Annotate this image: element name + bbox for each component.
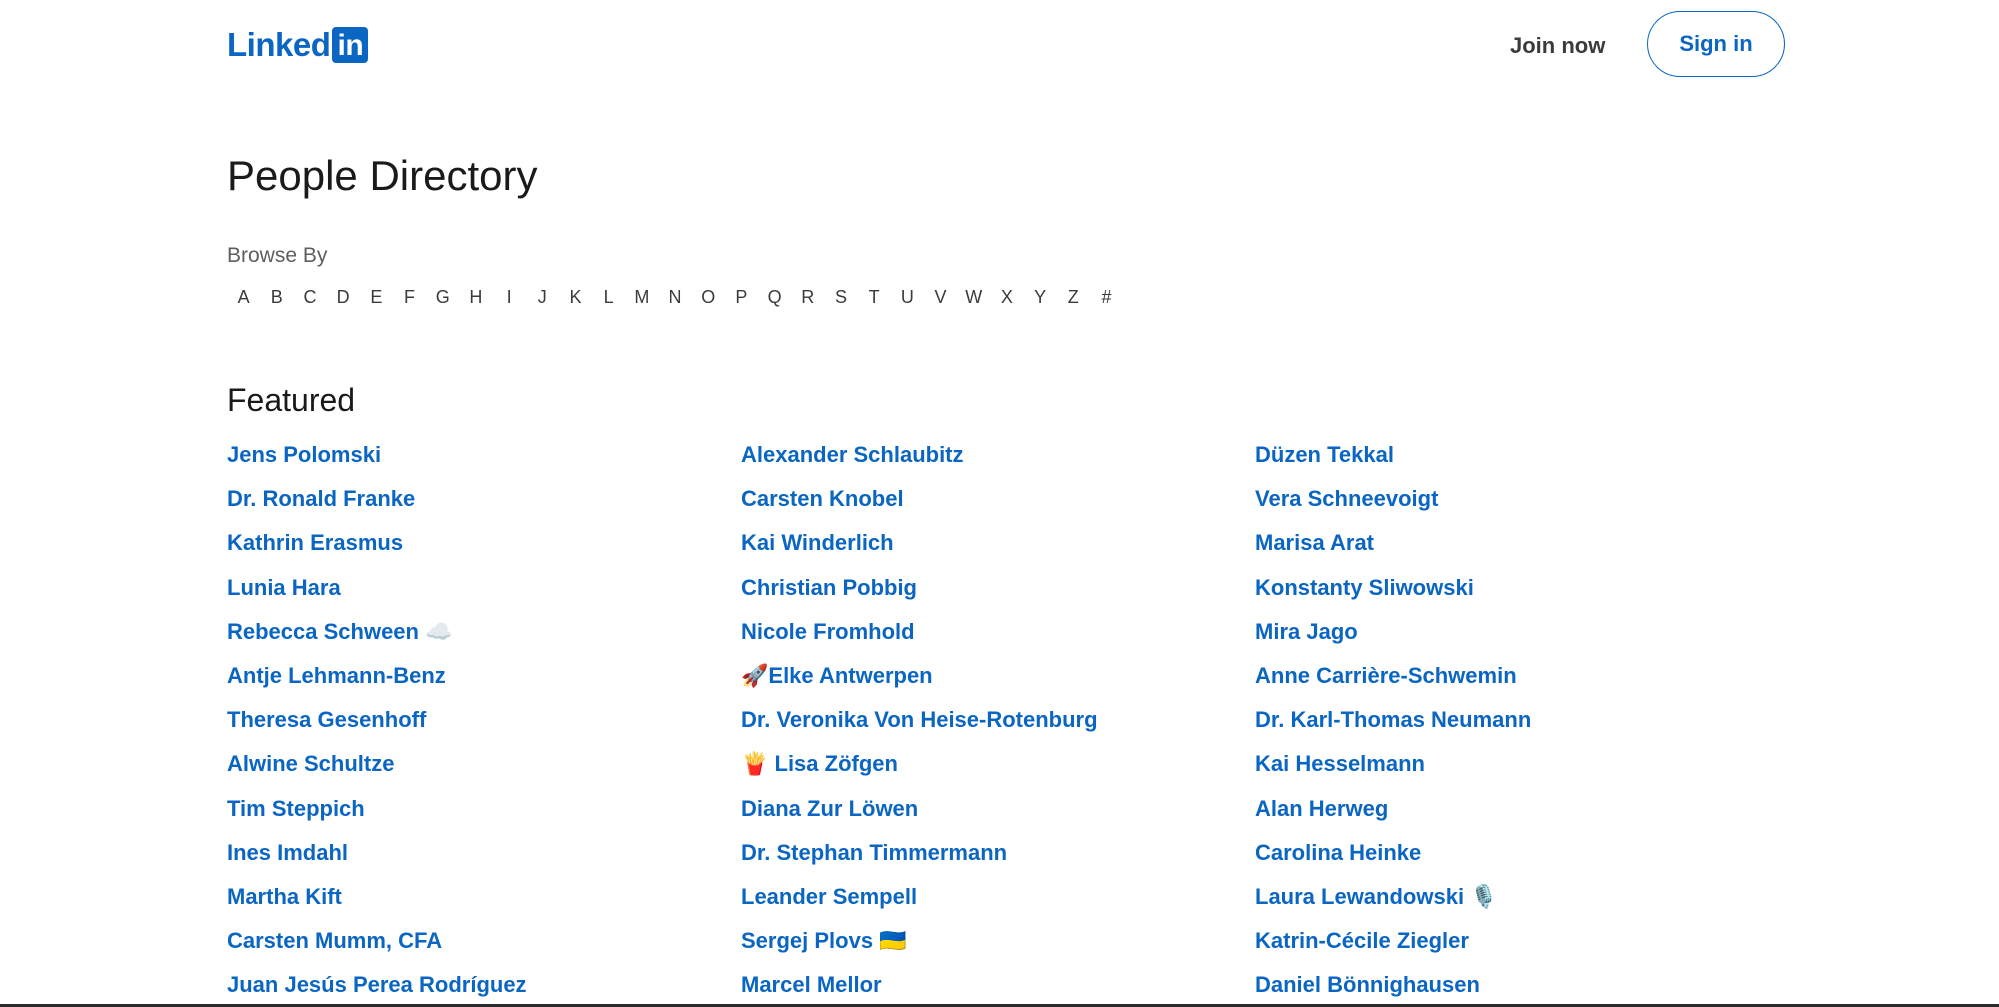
letter-link-l[interactable]: L xyxy=(592,282,625,312)
person-link[interactable]: Daniel Bönnighausen xyxy=(1255,967,1755,1007)
letter-link-b[interactable]: B xyxy=(260,282,293,312)
letter-link-w[interactable]: W xyxy=(957,282,990,312)
person-link[interactable]: Katrin-Cécile Ziegler xyxy=(1255,923,1755,967)
person-link[interactable]: Sergej Plovs 🇺🇦 xyxy=(741,923,1241,967)
person-link[interactable]: Carsten Knobel xyxy=(741,481,1241,525)
person-link[interactable]: Dr. Stephan Timmermann xyxy=(741,835,1241,879)
person-link[interactable]: Mira Jago xyxy=(1255,614,1755,658)
letter-link-j[interactable]: J xyxy=(526,282,559,312)
letter-link-n[interactable]: N xyxy=(658,282,691,312)
letter-link-o[interactable]: O xyxy=(692,282,725,312)
person-link[interactable]: Alan Herweg xyxy=(1255,791,1755,835)
person-link[interactable]: Dr. Karl-Thomas Neumann xyxy=(1255,702,1755,746)
person-link[interactable]: Ines Imdahl xyxy=(227,835,727,879)
letter-link-i[interactable]: I xyxy=(493,282,526,312)
person-link[interactable]: Carolina Heinke xyxy=(1255,835,1755,879)
letter-link-s[interactable]: S xyxy=(824,282,857,312)
alphabet-nav: A B C D E F G H I J K L M N O P Q R S T … xyxy=(227,282,1123,312)
letter-link-z[interactable]: Z xyxy=(1057,282,1090,312)
letter-link-e[interactable]: E xyxy=(360,282,393,312)
person-link[interactable]: Martha Kift xyxy=(227,879,727,923)
letter-link-a[interactable]: A xyxy=(227,282,260,312)
letter-link-q[interactable]: Q xyxy=(758,282,791,312)
person-link[interactable]: Kai Winderlich xyxy=(741,525,1241,569)
featured-column-2: Alexander Schlaubitz Carsten Knobel Kai … xyxy=(741,437,1241,1007)
person-link[interactable]: Alwine Schultze xyxy=(227,746,727,790)
person-link[interactable]: Jens Polomski xyxy=(227,437,727,481)
logo-in-box: in xyxy=(332,27,369,63)
letter-link-k[interactable]: K xyxy=(559,282,592,312)
letter-link-v[interactable]: V xyxy=(924,282,957,312)
person-link[interactable]: Antje Lehmann-Benz xyxy=(227,658,727,702)
featured-heading: Featured xyxy=(227,382,356,418)
person-link[interactable]: Christian Pobbig xyxy=(741,570,1241,614)
top-header: Linked in Join now Sign in xyxy=(0,0,1999,92)
letter-link-y[interactable]: Y xyxy=(1024,282,1057,312)
letter-link-x[interactable]: X xyxy=(990,282,1023,312)
letter-link-u[interactable]: U xyxy=(891,282,924,312)
person-link[interactable]: Rebecca Schween ☁️ xyxy=(227,614,727,658)
person-link[interactable]: Juan Jesús Perea Rodríguez xyxy=(227,967,727,1007)
person-link[interactable]: Lunia Hara xyxy=(227,570,727,614)
person-link[interactable]: Nicole Fromhold xyxy=(741,614,1241,658)
person-link[interactable]: Anne Carrière-Schwemin xyxy=(1255,658,1755,702)
letter-link-f[interactable]: F xyxy=(393,282,426,312)
person-link[interactable]: Vera Schneevoigt xyxy=(1255,481,1755,525)
person-link[interactable]: 🍟 Lisa Zöfgen xyxy=(741,746,1241,790)
sign-in-button[interactable]: Sign in xyxy=(1647,11,1785,77)
person-link[interactable]: Marcel Mellor xyxy=(741,967,1241,1007)
person-link[interactable]: Dr. Ronald Franke xyxy=(227,481,727,525)
featured-column-1: Jens Polomski Dr. Ronald Franke Kathrin … xyxy=(227,437,727,1007)
person-link[interactable]: Diana Zur Löwen xyxy=(741,791,1241,835)
browse-by-label: Browse By xyxy=(227,244,328,267)
person-link[interactable]: Dr. Veronika Von Heise-Rotenburg xyxy=(741,702,1241,746)
letter-link-g[interactable]: G xyxy=(426,282,459,312)
person-link[interactable]: Theresa Gesenhoff xyxy=(227,702,727,746)
person-link[interactable]: Leander Sempell xyxy=(741,879,1241,923)
linkedin-logo[interactable]: Linked in xyxy=(227,26,369,64)
join-now-button[interactable]: Join now xyxy=(1490,26,1625,66)
letter-link-c[interactable]: C xyxy=(293,282,326,312)
person-link[interactable]: Marisa Arat xyxy=(1255,525,1755,569)
person-link[interactable]: Düzen Tekkal xyxy=(1255,437,1755,481)
letter-link-m[interactable]: M xyxy=(625,282,658,312)
person-link[interactable]: Carsten Mumm, CFA xyxy=(227,923,727,967)
featured-column-3: Düzen Tekkal Vera Schneevoigt Marisa Ara… xyxy=(1255,437,1755,1007)
person-link[interactable]: Kathrin Erasmus xyxy=(227,525,727,569)
logo-wordmark: Linked xyxy=(227,26,331,63)
person-link[interactable]: Tim Steppich xyxy=(227,791,727,835)
letter-link-r[interactable]: R xyxy=(791,282,824,312)
person-link[interactable]: Alexander Schlaubitz xyxy=(741,437,1241,481)
letter-link-hash[interactable]: # xyxy=(1090,282,1123,312)
page-title: People Directory xyxy=(227,152,538,199)
people-directory-page: Linked in Join now Sign in People Direct… xyxy=(0,0,1999,1007)
person-link[interactable]: Laura Lewandowski 🎙️ xyxy=(1255,879,1755,923)
person-link[interactable]: Konstanty Sliwowski xyxy=(1255,570,1755,614)
letter-link-t[interactable]: T xyxy=(858,282,891,312)
letter-link-p[interactable]: P xyxy=(725,282,758,312)
letter-link-d[interactable]: D xyxy=(327,282,360,312)
person-link[interactable]: 🚀Elke Antwerpen xyxy=(741,658,1241,702)
person-link[interactable]: Kai Hesselmann xyxy=(1255,746,1755,790)
letter-link-h[interactable]: H xyxy=(459,282,492,312)
